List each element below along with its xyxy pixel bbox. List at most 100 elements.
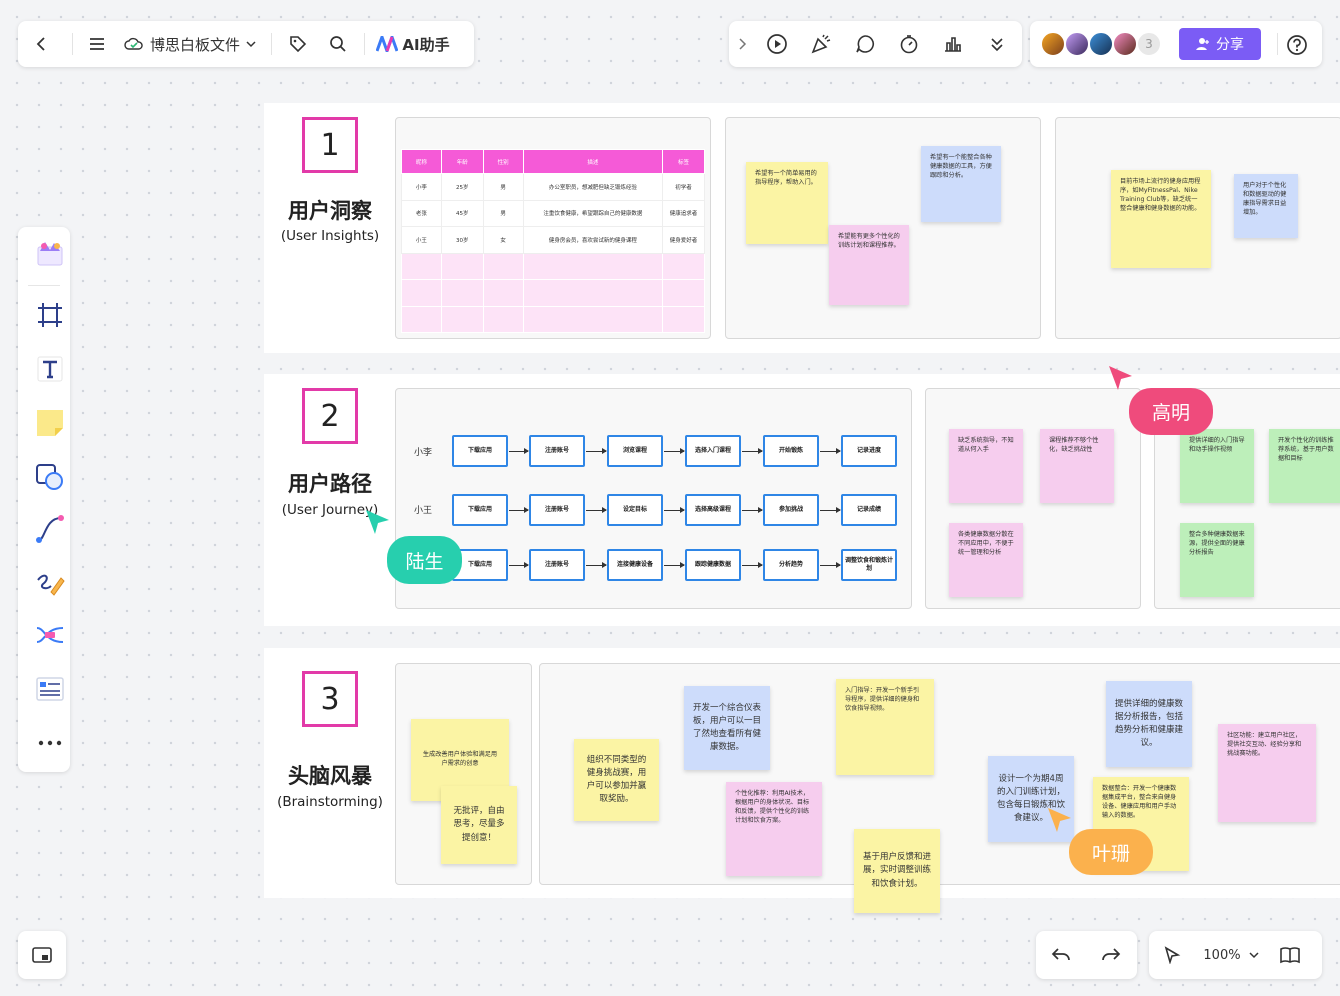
- cursor-pointer-icon: [1048, 808, 1071, 832]
- journey-step[interactable]: 分析趋势: [763, 549, 819, 581]
- table-cell: 老张: [401, 199, 442, 227]
- redo-button[interactable]: [1086, 931, 1136, 979]
- file-name-dropdown[interactable]: 博思白板文件: [115, 21, 265, 67]
- sticky-note[interactable]: 组织不同类型的健身挑战赛，用户可以参加并赢取奖励。: [574, 739, 659, 821]
- avatar[interactable]: [1040, 31, 1066, 57]
- zoom-level: 100%: [1203, 947, 1241, 963]
- top-left-toolbar: 博思白板文件 AI助手: [18, 21, 474, 67]
- sticky-note[interactable]: 整合多种健康数据来源，提供全面的健康分析报告: [1180, 523, 1254, 597]
- vote-button[interactable]: [931, 21, 975, 67]
- journey-step[interactable]: 浏览课程: [607, 435, 663, 467]
- sticky-note[interactable]: 提供详细的入门指导和动手操作视频: [1180, 429, 1254, 503]
- more-tools-button[interactable]: [30, 723, 70, 763]
- sticky-note-tool[interactable]: [30, 403, 70, 443]
- journey-step[interactable]: 调整饮食和锻炼计划: [841, 549, 897, 581]
- cursor-label-lusheng: 陆生: [387, 536, 462, 584]
- file-name: 博思白板文件: [149, 35, 240, 54]
- journey-step[interactable]: 跟踪健康数据: [685, 549, 741, 581]
- mind-map-tool[interactable]: [30, 615, 70, 655]
- flow-arrow: [586, 448, 607, 454]
- sticky-note[interactable]: 无批评，自由思考，尽量多提创意！: [441, 786, 517, 864]
- section-number: 1: [302, 117, 358, 173]
- connector-tool[interactable]: [30, 509, 70, 549]
- sticky-note[interactable]: 个性化推荐：利用AI技术，根据用户的身体状况、目标和反馈，提供个性化的训练计划和…: [726, 782, 822, 876]
- mind-map-icon: [36, 627, 64, 643]
- sticky-note[interactable]: 希望有一个能整合各种健康数据的工具，方便跟踪和分析。: [921, 146, 1001, 222]
- collapse-toolbar-button[interactable]: [729, 21, 755, 67]
- market-panel: 目前市场上流行的健身应用程序，如MyFitnessPal、Nike Traini…: [1055, 117, 1340, 339]
- comment-button[interactable]: [843, 21, 887, 67]
- text-tool[interactable]: [30, 349, 70, 389]
- celebrate-button[interactable]: [799, 21, 843, 67]
- sticky-note[interactable]: 缺乏系统指导，不知道从何入手: [949, 429, 1023, 503]
- table-cell: 小王: [401, 226, 442, 254]
- sticky-note[interactable]: 希望有一个简单易用的指导程序，帮助入门。: [746, 162, 828, 244]
- list-tool[interactable]: [30, 669, 70, 709]
- shape-tool[interactable]: [30, 457, 70, 497]
- journey-step[interactable]: 参加挑战: [763, 494, 819, 526]
- journey-step[interactable]: 开始锻炼: [763, 435, 819, 467]
- avatar[interactable]: [1064, 31, 1090, 57]
- reading-mode-button[interactable]: [1267, 931, 1313, 979]
- sticky-note[interactable]: 开发个性化的训练推荐系统，基于用户数据和目标: [1269, 429, 1340, 503]
- search-button[interactable]: [318, 21, 358, 67]
- table-row: 老张 45岁 男 注重饮食健康，希望跟踪自己的健康数据 健康追求者: [401, 199, 705, 227]
- bar-chart-icon: [945, 37, 961, 52]
- minimap-button[interactable]: [18, 931, 66, 979]
- table-cell: 30岁: [440, 226, 484, 254]
- avatar[interactable]: [1112, 31, 1138, 57]
- journey-step[interactable]: 设定目标: [607, 494, 663, 526]
- section-user-insights: 1 用户洞察 (User Insights) 昵称 年龄 性别 描述 标签 小李…: [264, 103, 1340, 353]
- history-toolbar: [1036, 931, 1137, 979]
- table-cell: 健身爱好者: [662, 226, 705, 254]
- journey-step[interactable]: 下载应用: [452, 435, 508, 467]
- journey-step[interactable]: 记录进度: [841, 435, 897, 467]
- journey-step[interactable]: 注册账号: [529, 494, 585, 526]
- journey-step[interactable]: 注册账号: [529, 549, 585, 581]
- zoom-dropdown[interactable]: 100%: [1195, 931, 1267, 979]
- sticky-note[interactable]: 基于用户反馈和进展，实时调整训练和饮食计划。: [854, 829, 940, 913]
- flow-arrow: [664, 507, 685, 513]
- table-row-empty: [401, 305, 705, 333]
- present-button[interactable]: [755, 21, 799, 67]
- share-button[interactable]: 分享: [1179, 28, 1261, 60]
- ai-assistant-button[interactable]: AI助手: [371, 21, 455, 67]
- more-collaborators-count[interactable]: 3: [1136, 31, 1162, 57]
- sticky-note[interactable]: 希望能有更多个性化的训练计划和课程推荐。: [829, 225, 909, 305]
- sticky-note[interactable]: 入门指导：开发一个新手引导程序，提供详细的健身和饮食指导视频。: [836, 679, 934, 775]
- sticky-note[interactable]: 目前市场上流行的健身应用程序，如MyFitnessPal、Nike Traini…: [1111, 170, 1211, 268]
- section-subtitle: (Brainstorming): [277, 794, 383, 810]
- collab-toolbar: 3 分享: [1030, 21, 1322, 67]
- sticky-note[interactable]: 提供详细的健康数据分析报告，包括趋势分析和健康建议。: [1106, 681, 1192, 767]
- journey-step[interactable]: 注册账号: [529, 435, 585, 467]
- sticky-note[interactable]: 用户对于个性化和数据驱动的健康指导需求日益增加。: [1234, 174, 1298, 238]
- templates-tool[interactable]: [30, 233, 70, 273]
- journey-step[interactable]: 下载应用: [452, 494, 508, 526]
- back-button[interactable]: [18, 21, 66, 67]
- menu-button[interactable]: [79, 21, 115, 67]
- pen-tool[interactable]: [30, 563, 70, 603]
- select-tool-button[interactable]: [1149, 931, 1195, 979]
- journey-row-label: 小王: [414, 506, 433, 516]
- flow-arrow: [742, 562, 763, 568]
- help-button[interactable]: [1286, 34, 1308, 56]
- more-tools-button[interactable]: [975, 21, 1019, 67]
- sticky-note[interactable]: 社区功能：建立用户社区，提供社交互动、经验分享和挑战赛功能。: [1218, 724, 1316, 822]
- timer-button[interactable]: [887, 21, 931, 67]
- journey-step[interactable]: 记录成绩: [841, 494, 897, 526]
- tag-button[interactable]: [278, 21, 318, 67]
- undo-button[interactable]: [1036, 931, 1086, 979]
- table-header: 描述: [522, 149, 664, 174]
- sticky-note[interactable]: 各类健康数据分散在不同应用中，不便于统一管理和分析: [949, 523, 1023, 597]
- journey-step[interactable]: 连接健康设备: [607, 549, 663, 581]
- frame-tool[interactable]: [30, 295, 70, 335]
- sticky-note[interactable]: 开发一个综合仪表板，用户可以一目了然地查看所有健康数据。: [684, 686, 770, 770]
- sticky-note[interactable]: 课程推荐不够个性化，缺乏挑战性: [1040, 429, 1114, 503]
- chevron-down-icon: [246, 41, 256, 48]
- redo-icon: [1102, 948, 1121, 961]
- table-row: 小王 30岁 女 健身房会员，喜欢尝试新的健身课程 健身爱好者: [401, 226, 705, 254]
- journey-step[interactable]: 选择高级课程: [685, 494, 741, 526]
- avatar[interactable]: [1088, 31, 1114, 57]
- journey-step[interactable]: 选择入门课程: [685, 435, 741, 467]
- brainstorm-rules-panel: 生成改善用户体验和满足用户需求的创意 无批评，自由思考，尽量多提创意！: [395, 663, 532, 885]
